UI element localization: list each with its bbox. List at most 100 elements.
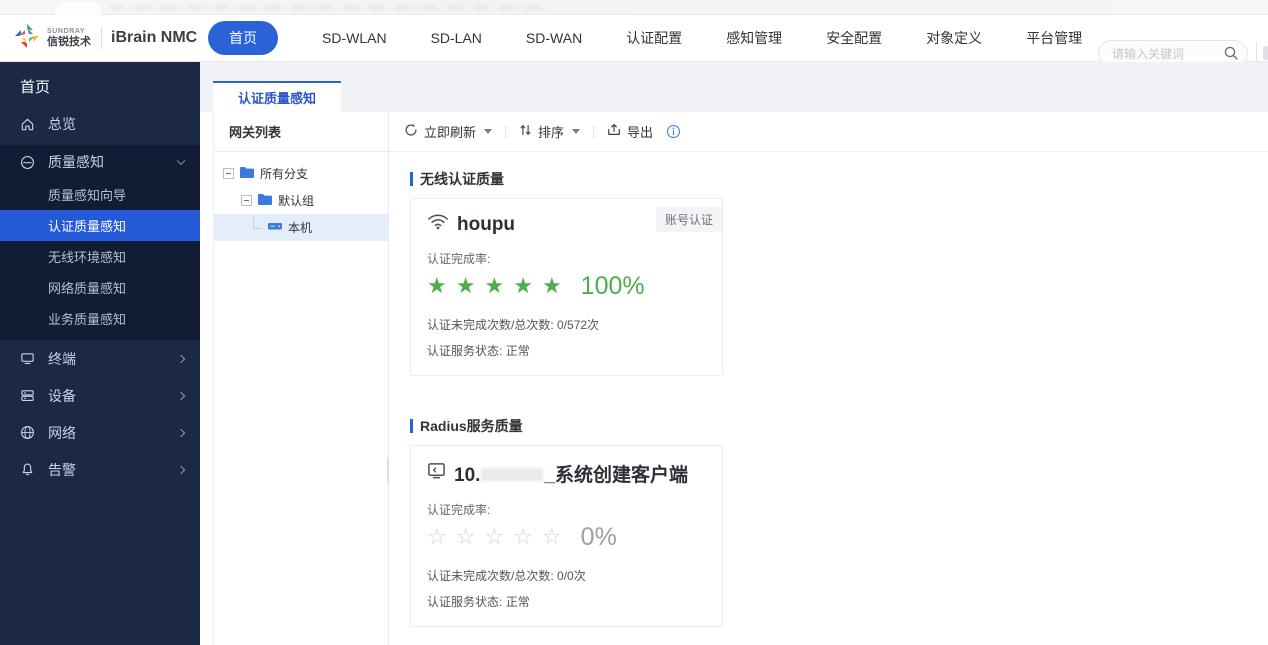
nav-sd-wan[interactable]: SD-WAN (526, 30, 582, 46)
nav-sd-lan[interactable]: SD-LAN (431, 30, 482, 46)
sundray-logo-icon (14, 23, 40, 54)
gateway-device-icon (267, 220, 283, 235)
star-icon: ★ (513, 273, 533, 298)
refresh-icon (404, 123, 418, 140)
nav-auth-config[interactable]: 认证配置 (626, 28, 682, 48)
nav-object-define[interactable]: 对象定义 (926, 28, 982, 48)
network-icon (20, 425, 35, 440)
tree-connector (253, 216, 262, 229)
browser-tab-fragment (55, 2, 101, 15)
card-title: 10. _系统创建客户端 (427, 460, 706, 487)
nav-home[interactable]: 首页 (208, 21, 278, 55)
tree-node-default-group[interactable]: 默认组 (214, 187, 388, 214)
device-icon (20, 388, 35, 403)
nav-security-config[interactable]: 安全配置 (826, 28, 882, 48)
brand: SUNDRAY 信锐技术 iBrain NMC (0, 23, 200, 54)
fail-count-label: 认证未完成次数/总次数: (427, 318, 554, 332)
section-title-wireless: 无线认证质量 (410, 169, 1268, 189)
brand-divider (101, 27, 102, 49)
star-icon: ★ (455, 273, 476, 298)
sidebar-item-terminal[interactable]: 终端 (0, 340, 200, 377)
chevron-right-icon (176, 354, 186, 363)
fail-count-value: 0/572次 (557, 318, 600, 332)
sidebar-item-service-quality[interactable]: 业务质量感知 (0, 303, 200, 334)
star-empty-icon: ☆ (484, 524, 505, 549)
section-title-radius: Radius服务质量 (410, 416, 1268, 436)
perception-icon (20, 155, 35, 170)
sidebar-item-quality-perception[interactable]: 质量感知 (0, 145, 200, 179)
tree-node-label: 本机 (288, 221, 313, 235)
chevron-right-icon (176, 391, 186, 400)
star-icon: ★ (484, 273, 505, 298)
export-button[interactable]: 导出 (607, 122, 653, 141)
star-empty-icon: ☆ (541, 524, 562, 549)
section-accent-bar (410, 172, 413, 186)
sidebar-item-label: 质量感知 (48, 154, 104, 170)
chevron-right-icon (176, 428, 186, 437)
status-row: 认证服务状态: 正常 (427, 593, 706, 610)
folder-icon (239, 166, 255, 182)
sidebar-item-overview[interactable]: 总览 (0, 107, 200, 141)
brand-cn: 信锐技术 (47, 36, 91, 48)
status-value: 正常 (505, 344, 530, 358)
collapse-icon[interactable] (241, 195, 252, 206)
wireless-auth-card[interactable]: houpu 账号认证 认证完成率: ★ ★ ★ ★ ★ 100% 认证未完成次数… (410, 198, 723, 376)
redacted-ip-segment (481, 468, 544, 481)
tree-node-all-branches[interactable]: 所有分支 (214, 160, 388, 187)
fail-count-row: 认证未完成次数/总次数: 0/0次 (427, 567, 706, 584)
rate-label: 认证完成率: (427, 503, 491, 517)
home-icon (20, 117, 35, 132)
fail-count-value: 0/0次 (557, 569, 586, 583)
monitor-icon (427, 461, 446, 486)
radius-service-card[interactable]: 10. _系统创建客户端 认证完成率: ☆ ☆ ☆ ☆ ☆ 0% 认证未完成次数/… (410, 445, 723, 627)
sidebar-item-label: 告警 (48, 461, 76, 478)
sidebar-item-network-quality[interactable]: 网络质量感知 (0, 272, 200, 303)
fail-count-row: 认证未完成次数/总次数: 0/572次 (427, 316, 706, 333)
refresh-button[interactable]: 立即刷新 (404, 122, 493, 141)
chevron-down-icon (176, 156, 186, 166)
export-label: 导出 (627, 125, 654, 140)
collapse-icon[interactable] (223, 168, 234, 179)
tree-node-local-device[interactable]: 本机 (214, 214, 388, 241)
sidebar-group-perception: 质量感知 质量感知向导 认证质量感知 无线环境感知 网络质量感知 业务质量感知 (0, 145, 200, 340)
nav-platform-mgmt[interactable]: 平台管理 (1026, 28, 1082, 48)
star-icon: ★ (541, 273, 562, 298)
caret-down-icon (484, 129, 493, 134)
tab-auth-quality[interactable]: 认证质量感知 (213, 81, 341, 112)
sidebar-title: 首页 (20, 79, 51, 96)
rate-percentage: 100% (580, 271, 645, 300)
toolbar-divider (505, 124, 507, 139)
alarm-icon (20, 462, 35, 477)
caret-down-icon (572, 129, 581, 134)
nav-sd-wlan[interactable]: SD-WLAN (322, 30, 387, 46)
nav-perception-mgmt[interactable]: 感知管理 (726, 28, 782, 48)
gateway-panel: 网关列表 所有分支 默认组 本机 (213, 112, 391, 645)
main-area: 认证质量感知 网关列表 所有分支 默认组 本机 立即刷新 排序 导出 无线认证质… (200, 62, 1268, 645)
sidebar-item-wireless-env[interactable]: 无线环境感知 (0, 241, 200, 272)
sidebar-item-quality-wizard[interactable]: 质量感知向导 (0, 179, 200, 210)
section-title-text: 无线认证质量 (420, 171, 504, 187)
product-name: iBrain NMC (111, 29, 198, 46)
sidebar-item-label: 终端 (48, 350, 76, 367)
gateway-tree: 所有分支 默认组 本机 (214, 152, 388, 241)
tree-node-label: 默认组 (278, 194, 315, 208)
terminal-icon (20, 351, 35, 366)
section-title-text: Radius服务质量 (420, 418, 523, 434)
sort-label: 排序 (538, 125, 565, 140)
sort-button[interactable]: 排序 (519, 122, 581, 141)
status-value: 正常 (505, 595, 530, 609)
status-label: 认证服务状态: (427, 595, 503, 609)
sidebar-item-auth-quality[interactable]: 认证质量感知 (0, 210, 200, 241)
toolbar: 立即刷新 排序 导出 (389, 112, 1268, 152)
refresh-label: 立即刷新 (424, 125, 477, 140)
sidebar-item-network[interactable]: 网络 (0, 414, 200, 451)
tab-strip: 认证质量感知 (200, 62, 1268, 112)
top-nav: 首页 SD-WLAN SD-LAN SD-WAN 认证配置 感知管理 安全配置 … (208, 21, 1082, 55)
sidebar-item-device[interactable]: 设备 (0, 377, 200, 414)
star-empty-icon: ☆ (427, 524, 447, 549)
browser-chrome-strip (0, 0, 1268, 15)
rate-label: 认证完成率: (427, 252, 491, 266)
info-icon[interactable] (666, 124, 681, 139)
star-rating: ☆ ☆ ☆ ☆ ☆ 0% (427, 522, 706, 552)
sidebar-item-alarm[interactable]: 告警 (0, 451, 200, 488)
